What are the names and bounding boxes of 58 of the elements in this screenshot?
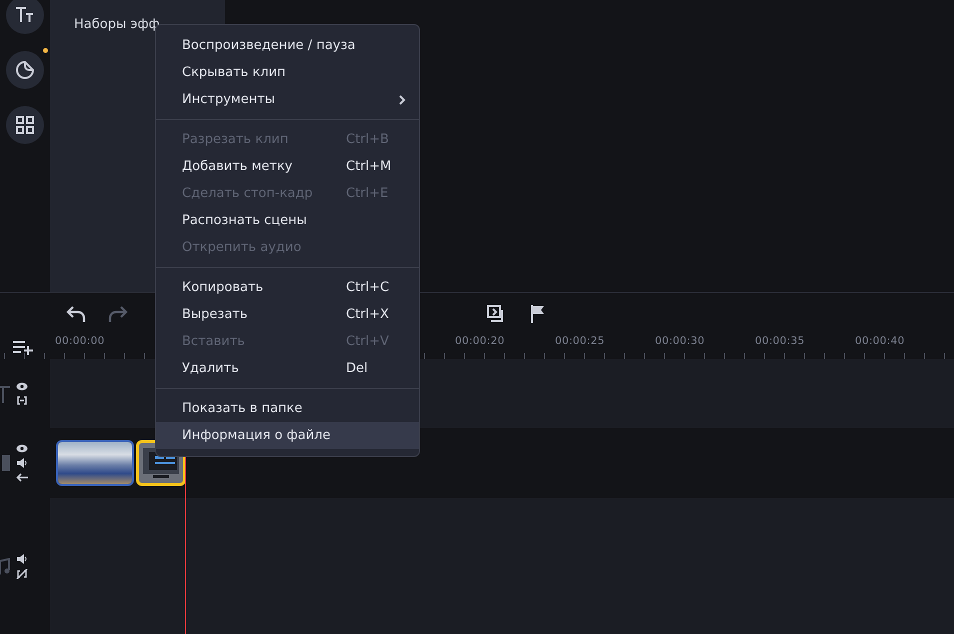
chevron-right-icon <box>399 94 406 104</box>
time-label: 00:00:40 <box>855 335 905 347</box>
menu-item[interactable]: Распознать сцены <box>156 207 419 234</box>
menu-item-label: Вырезать <box>182 307 248 322</box>
shortcut-label: Ctrl+E <box>346 186 388 201</box>
notification-dot <box>43 48 48 53</box>
eye-icon[interactable] <box>16 382 28 391</box>
shortcut-label: Del <box>346 361 368 376</box>
more-tools-button[interactable] <box>6 106 44 144</box>
shortcut-label: Ctrl+V <box>346 334 389 349</box>
shortcut-label: Ctrl+C <box>346 280 390 295</box>
undo-icon[interactable] <box>64 304 88 324</box>
menu-item-label: Открепить аудио <box>182 240 302 255</box>
overlay-icon[interactable] <box>486 304 506 324</box>
shortcut-label: Ctrl+X <box>346 307 389 322</box>
menu-item-label: Воспроизведение / пауза <box>182 38 356 53</box>
menu-item-label: Показать в папке <box>182 401 302 416</box>
time-label: 00:00:25 <box>555 335 605 347</box>
link-icon[interactable] <box>16 396 28 405</box>
menu-item-label: Добавить метку <box>182 159 292 174</box>
menu-item[interactable]: Копировать Ctrl+C <box>156 274 419 301</box>
menu-item[interactable]: Информация о файле <box>156 422 419 449</box>
menu-item[interactable]: Показать в папке <box>156 395 419 422</box>
eye-icon[interactable] <box>16 444 28 453</box>
titles-button[interactable] <box>6 0 44 34</box>
menu-item-label: Инструменты <box>182 92 276 107</box>
menu-item[interactable]: Добавить метку Ctrl+M <box>156 153 419 180</box>
music-note-icon <box>0 558 10 576</box>
menu-item-label: Распознать сцены <box>182 213 307 228</box>
shortcut-label: Ctrl+B <box>346 132 389 147</box>
speaker-icon[interactable] <box>16 554 28 564</box>
arrow-left-icon[interactable] <box>16 473 28 482</box>
text-icon <box>15 6 35 24</box>
time-label: 00:00:30 <box>655 335 705 347</box>
add-track-icon[interactable] <box>12 339 34 355</box>
text-track-icon <box>0 384 10 402</box>
time-label: 00:00:20 <box>455 335 505 347</box>
menu-item-label: Сделать стоп-кадр <box>182 186 313 201</box>
redo-icon[interactable] <box>106 304 130 324</box>
flag-icon[interactable] <box>530 304 546 324</box>
sticker-icon <box>15 60 35 80</box>
menu-item-label: Копировать <box>182 280 264 295</box>
menu-item-label: Информация о файле <box>182 428 330 443</box>
menu-item-label: Удалить <box>182 361 239 376</box>
unlink-icon[interactable] <box>16 569 28 579</box>
shortcut-label: Ctrl+M <box>346 159 392 174</box>
speaker-icon[interactable] <box>16 458 28 468</box>
menu-item-label: Разрезать клип <box>182 132 288 147</box>
menu-item[interactable]: Скрывать клип <box>156 59 419 86</box>
grid-icon <box>15 115 35 135</box>
menu-item[interactable]: Воспроизведение / пауза <box>156 32 419 59</box>
time-label: 00:00:35 <box>755 335 805 347</box>
menu-item[interactable]: Вырезать Ctrl+X <box>156 301 419 328</box>
menu-item-label: Вставить <box>182 334 245 349</box>
menu-item-label: Скрывать клип <box>182 65 286 80</box>
menu-item[interactable]: Инструменты <box>156 86 419 113</box>
video-track-icon <box>0 454 10 472</box>
time-label: 00:00:00 <box>55 335 105 347</box>
